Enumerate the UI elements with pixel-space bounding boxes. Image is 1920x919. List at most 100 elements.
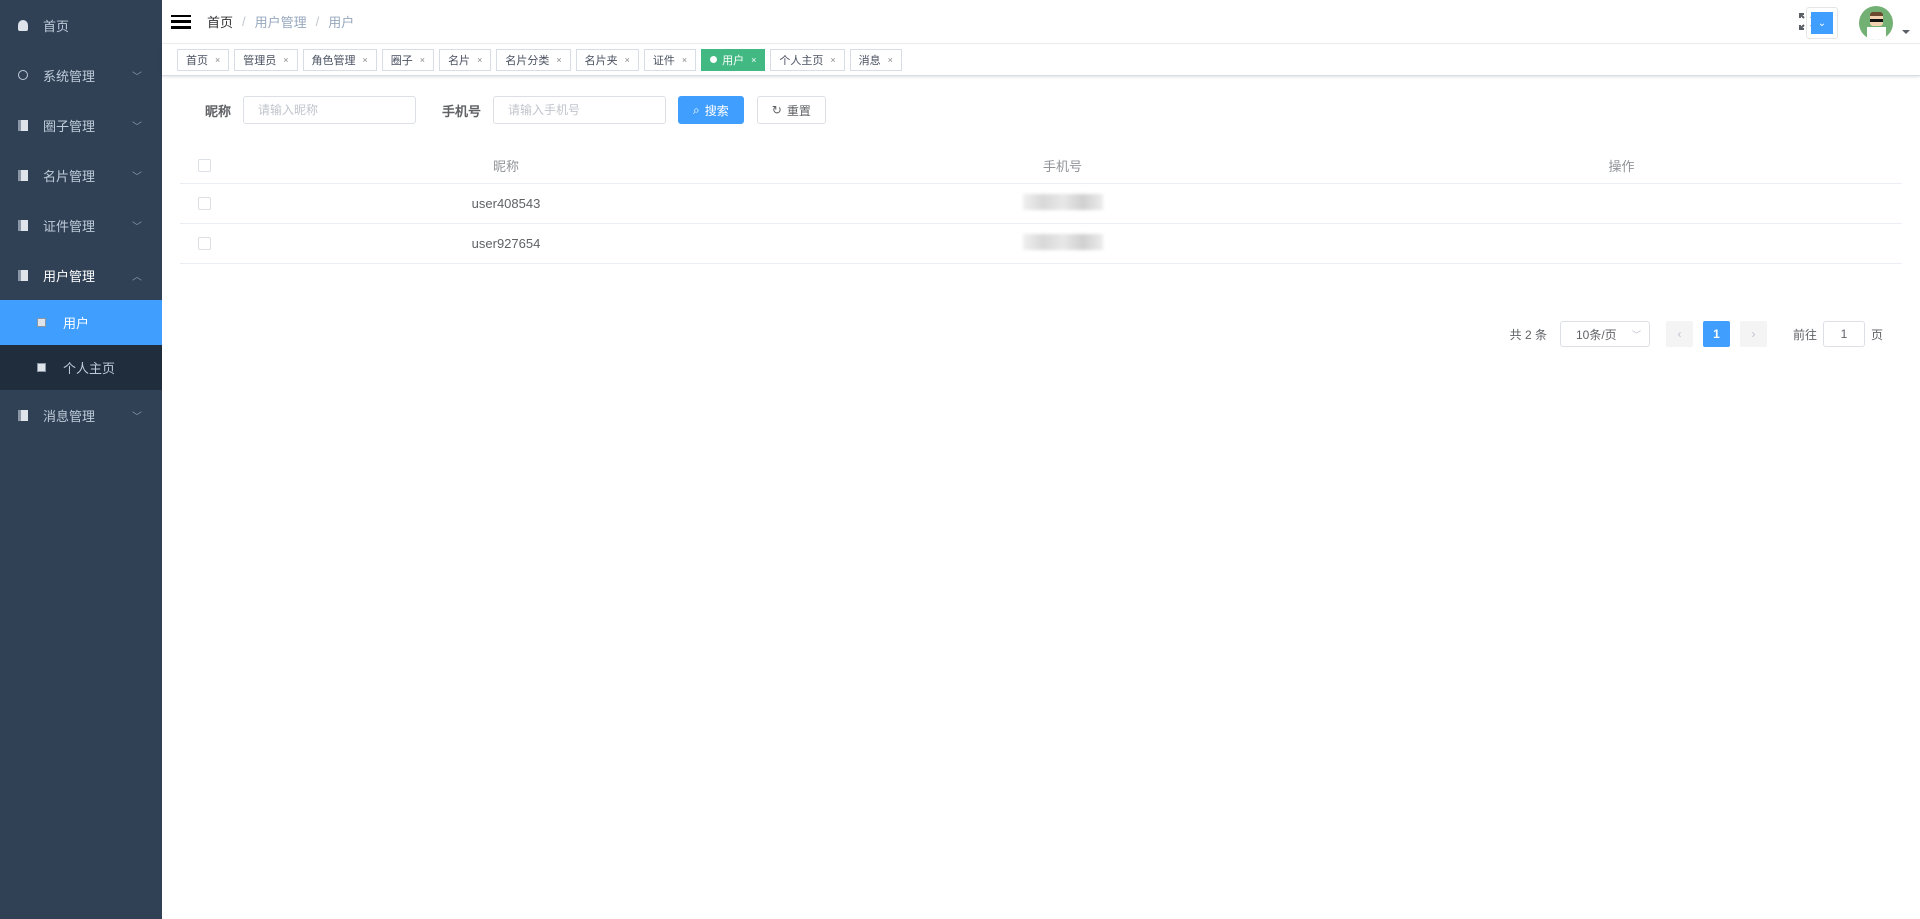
page-suffix: 页 (1870, 327, 1883, 342)
close-icon[interactable]: × (215, 55, 220, 65)
chevron-down-icon: ﹀ (132, 121, 142, 133)
close-icon[interactable]: × (556, 55, 561, 65)
column-actions: 操作 (1608, 159, 1635, 174)
dashboard-icon (18, 19, 28, 31)
breadcrumb-home[interactable]: 首页 (207, 12, 233, 31)
menu-system[interactable]: 系统管理 ﹀ (0, 50, 162, 100)
breadcrumb-user-management: 用户管理 (254, 15, 307, 30)
menu-card[interactable]: 名片管理 ﹀ (0, 150, 162, 200)
reset-button-label: 重置 (786, 103, 811, 118)
close-icon[interactable]: × (363, 55, 368, 65)
size-select-button[interactable]: ⌄ (1806, 7, 1838, 39)
search-form: 昵称 手机号 ⌕ 搜索 ↻ 重置 (180, 96, 826, 124)
close-icon[interactable]: × (283, 55, 288, 65)
chevron-down-icon: ﹀ (132, 171, 142, 183)
menu-circle[interactable]: 圈子管理 ﹀ (0, 100, 162, 150)
close-icon[interactable]: × (830, 55, 835, 65)
hamburger-icon[interactable] (171, 14, 191, 29)
nickname-input[interactable] (243, 96, 417, 124)
phone-input[interactable] (493, 96, 667, 124)
navbar: 首页 / 用户管理 / 用户 ⌄ (162, 0, 1920, 44)
tag-label: 角色管理 (311, 54, 356, 67)
chevron-down-icon: ﹀ (132, 411, 142, 423)
row-checkbox[interactable] (197, 237, 211, 250)
search-icon: ⌕ (693, 102, 700, 117)
phone-label: 手机号 (442, 103, 482, 119)
tag-5[interactable]: 名片分类 × (496, 48, 571, 71)
gear-icon (18, 70, 28, 80)
close-icon[interactable]: × (420, 55, 425, 65)
menu-label: 消息管理 (43, 408, 96, 424)
tag-9[interactable]: 个人主页 × (770, 48, 845, 71)
close-icon[interactable]: × (751, 55, 756, 65)
blurred-phone (1022, 194, 1103, 210)
page-size-select[interactable]: 10条/页 ﹀ (1559, 321, 1650, 347)
cell-nickname: user927654 (471, 236, 541, 251)
breadcrumb-separator: / (315, 14, 320, 29)
close-icon[interactable]: × (888, 55, 893, 65)
sidebar: 首页 系统管理 ﹀ 圈子管理 ﹀ 名片管理 ﹀ 证件管理 ﹀ 用户管理 ︿ 用户 个人主页… (0, 0, 162, 919)
table-header: 昵称 手机号 操作 (180, 148, 1902, 184)
menu-label: 首页 (43, 18, 70, 34)
chevron-down-icon: ﹀ (132, 221, 142, 233)
caret-down-icon[interactable] (1902, 30, 1910, 38)
total-count: 共 2 条 (1509, 327, 1547, 342)
pagination: 共 2 条 10条/页 ﹀ ‹ 1 › 前往 页 (1510, 321, 1883, 347)
tag-2[interactable]: 角色管理 × (302, 48, 377, 71)
tag-4[interactable]: 名片 × (439, 48, 492, 71)
menu-message[interactable]: 消息管理 ﹀ (0, 390, 162, 440)
book-icon (18, 219, 28, 231)
row-checkbox[interactable] (197, 197, 211, 210)
search-button-label: 搜索 (704, 103, 729, 118)
tag-7[interactable]: 证件 × (643, 48, 697, 71)
tag-8[interactable]: 用户 × (701, 48, 766, 71)
tag-label: 名片夹 (584, 54, 618, 67)
search-button[interactable]: ⌕ 搜索 (678, 96, 744, 124)
tag-label: 管理员 (243, 54, 277, 67)
prev-page-button[interactable]: ‹ (1665, 321, 1693, 347)
active-dot-icon (710, 56, 718, 63)
menu-user[interactable]: 用户管理 ︿ (0, 250, 162, 300)
menu-label: 名片管理 (43, 168, 96, 184)
chevron-down-icon: ﹀ (132, 71, 142, 83)
menu-label: 圈子管理 (43, 118, 96, 134)
reset-button[interactable]: ↻ 重置 (756, 96, 826, 124)
cell-nickname: user408543 (471, 196, 541, 211)
book-icon (18, 409, 28, 421)
tag-10[interactable]: 消息 × (849, 48, 902, 71)
doc-icon (37, 318, 46, 327)
submenu-label: 用户 (63, 316, 90, 331)
page-number[interactable]: 1 (1702, 321, 1730, 347)
book-icon (18, 119, 28, 131)
tag-1[interactable]: 管理员 × (234, 48, 298, 71)
submenu-label: 个人主页 (63, 361, 116, 376)
column-nickname: 昵称 (492, 159, 519, 174)
page-size-value: 10条/页 (1575, 327, 1617, 342)
close-icon[interactable]: × (682, 55, 687, 65)
doc-icon (37, 363, 46, 372)
table-row: user927654 (180, 224, 1902, 264)
close-icon[interactable]: × (625, 55, 630, 65)
menu-label: 证件管理 (43, 218, 96, 234)
avatar[interactable] (1859, 6, 1893, 40)
submenu-profile[interactable]: 个人主页 (0, 345, 162, 390)
refresh-icon: ↻ (771, 103, 782, 117)
next-page-button[interactable]: › (1739, 321, 1767, 347)
tag-0[interactable]: 首页 × (177, 48, 230, 71)
tags-view: 首页 × 管理员 × 角色管理 × 圈子 × 名片 × 名片分类 × 名片夹 × 证件 × 用户 × 个人主页 × 消息… (162, 44, 1920, 76)
menu-certificate[interactable]: 证件管理 ﹀ (0, 200, 162, 250)
chevron-down-icon: ﹀ (1631, 329, 1641, 340)
close-icon[interactable]: × (477, 55, 482, 65)
menu-label: 用户管理 (43, 268, 96, 284)
submenu-user[interactable]: 用户 (0, 300, 162, 345)
goto-page-input[interactable] (1822, 321, 1865, 347)
tag-label: 圈子 (390, 54, 413, 67)
select-all-checkbox[interactable] (197, 159, 211, 172)
menu-home[interactable]: 首页 (0, 0, 162, 50)
tag-3[interactable]: 圈子 × (381, 48, 435, 71)
tag-label: 名片 (448, 54, 471, 67)
tag-label: 证件 (652, 54, 675, 67)
tag-6[interactable]: 名片夹 × (575, 48, 639, 71)
column-phone: 手机号 (1042, 159, 1082, 174)
tag-label: 名片分类 (505, 54, 550, 67)
